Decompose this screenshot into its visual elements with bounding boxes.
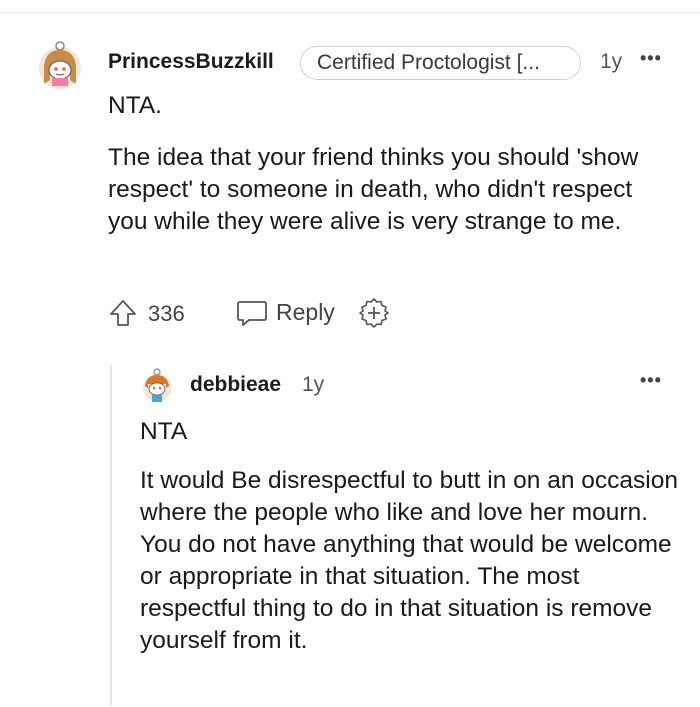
avatar[interactable]: [38, 40, 82, 90]
more-options-icon[interactable]: •••: [640, 48, 662, 69]
comment-username[interactable]: PrincessBuzzkill: [108, 50, 274, 74]
reply-button[interactable]: Reply: [236, 294, 346, 332]
avatar[interactable]: [142, 368, 172, 404]
reply-paragraph-1: NTA: [140, 418, 188, 445]
vote-count: 336: [148, 301, 185, 326]
reply-paragraph-2: It would Be disrespectful to butt in on …: [140, 467, 678, 654]
upvote-arrow-icon[interactable]: [108, 298, 138, 328]
comment-paragraph-1: NTA.: [108, 92, 162, 119]
comment-paragraph-2: The idea that your friend thinks you sho…: [108, 144, 639, 235]
comment-actions: 336 Reply: [108, 294, 428, 332]
snoo-avatar-icon: [143, 368, 171, 402]
award-plus-icon[interactable]: [358, 297, 390, 329]
reply-timestamp[interactable]: 1y: [302, 373, 324, 397]
user-flair: Certified Proctologist [...: [300, 46, 581, 80]
speech-bubble-icon: [236, 298, 268, 328]
more-options-icon[interactable]: •••: [640, 370, 662, 391]
reply-label: Reply: [276, 299, 335, 325]
top-divider: [0, 12, 700, 13]
thread-line[interactable]: [110, 365, 112, 705]
snoo-avatar-icon: [39, 41, 81, 89]
reply-username[interactable]: debbieae: [190, 373, 281, 397]
comment-timestamp[interactable]: 1y: [600, 50, 622, 74]
